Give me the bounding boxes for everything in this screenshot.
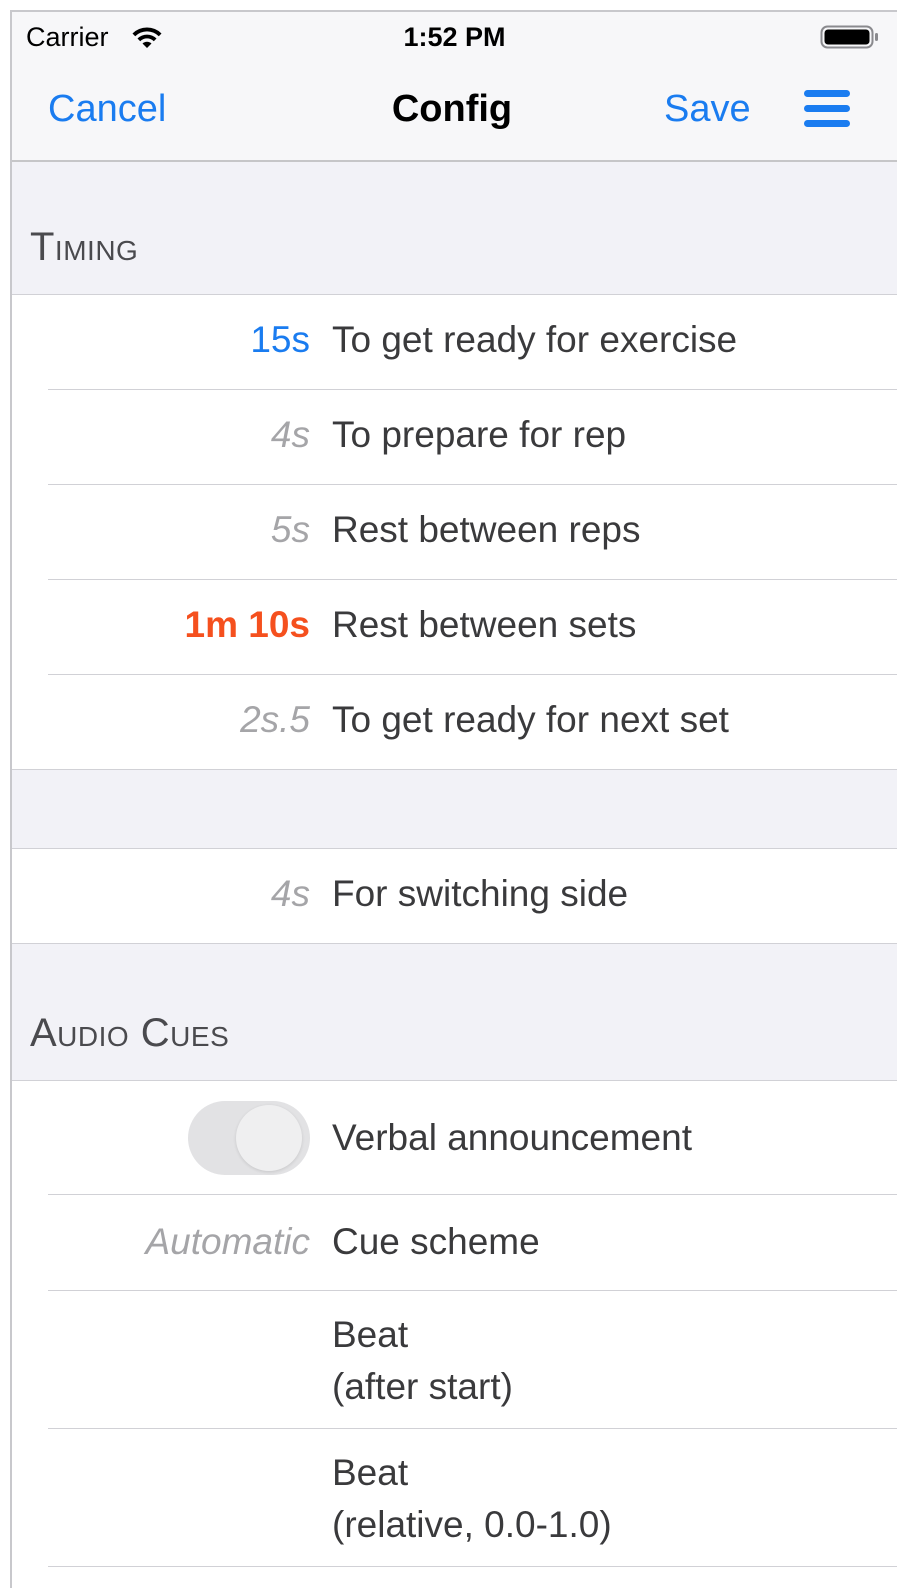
toggle-knob: [236, 1105, 302, 1171]
save-button[interactable]: Save: [664, 88, 751, 131]
audio-cues-section-header: Audio Cues: [12, 944, 897, 1080]
beat-after-start-line1: Beat: [332, 1314, 409, 1355]
beat-relative-row[interactable]: Beat (relative, 0.0-1.0): [12, 1429, 897, 1567]
beat-relative-label: Beat (relative, 0.0-1.0): [332, 1447, 612, 1551]
page-title: Config: [391, 88, 513, 130]
switching-side-group: 4s For switching side: [12, 848, 897, 944]
timing-group: 15s To get ready for exercise 4s To prep…: [12, 294, 897, 770]
clock: 1:52 PM: [403, 22, 506, 52]
timing-label: To get ready for next set: [332, 699, 729, 740]
timing-value: 5s: [270, 509, 310, 550]
row-divider: [48, 1566, 897, 1567]
switch-value: 4s: [270, 873, 310, 914]
hamburger-menu-icon[interactable]: [802, 88, 852, 130]
status-bar: Carrier 1:52 PM: [12, 12, 897, 62]
app-screen: Carrier 1:52 PM Cancel Config Save Timin…: [12, 12, 897, 1588]
beat-after-start-line2: (after start): [332, 1366, 513, 1407]
timing-value: 1m 10s: [184, 604, 311, 645]
audio-cues-group: Verbal announcement Automatic Cue scheme…: [12, 1080, 897, 1588]
timing-row-rest-reps[interactable]: 5s Rest between reps: [12, 485, 897, 580]
timing-label: Rest between reps: [332, 509, 641, 550]
cue-scheme-value: Automatic: [145, 1221, 310, 1262]
timing-section-header: Timing: [12, 162, 897, 294]
timing-row-rest-sets[interactable]: 1m 10s Rest between sets: [12, 580, 897, 675]
timing-label: Rest between sets: [332, 604, 637, 645]
cue-scheme-label: Cue scheme: [332, 1221, 540, 1262]
timing-header-label: Timing: [30, 225, 139, 269]
battery-icon: [820, 25, 878, 49]
beat-relative-line1: Beat: [332, 1452, 409, 1493]
cue-scheme-row[interactable]: Automatic Cue scheme: [12, 1195, 897, 1291]
timing-value: 2s.5: [240, 699, 310, 740]
timing-row-get-ready[interactable]: 15s To get ready for exercise: [12, 295, 897, 390]
timing-value: 15s: [250, 319, 310, 360]
timing-label: To prepare for rep: [332, 414, 627, 455]
verbal-announcement-row: Verbal announcement: [12, 1081, 897, 1195]
switch-label: For switching side: [332, 873, 629, 914]
verbal-announcement-label: Verbal announcement: [332, 1117, 692, 1158]
timing-row-switching-side[interactable]: 4s For switching side: [12, 849, 897, 943]
timing-row-next-set[interactable]: 2s.5 To get ready for next set: [12, 675, 897, 770]
navigation-bar: Cancel Config Save: [12, 62, 897, 162]
timing-label: To get ready for exercise: [332, 319, 738, 360]
beat-after-start-label: Beat (after start): [332, 1309, 513, 1413]
audio-cues-header-label: Audio Cues: [30, 1011, 230, 1055]
timing-value: 4s: [270, 414, 310, 455]
verbal-announcement-toggle[interactable]: [188, 1101, 310, 1175]
beat-after-start-row[interactable]: Beat (after start): [12, 1291, 897, 1429]
timing-row-prepare-rep[interactable]: 4s To prepare for rep: [12, 390, 897, 485]
beat-relative-line2: (relative, 0.0-1.0): [332, 1504, 612, 1545]
